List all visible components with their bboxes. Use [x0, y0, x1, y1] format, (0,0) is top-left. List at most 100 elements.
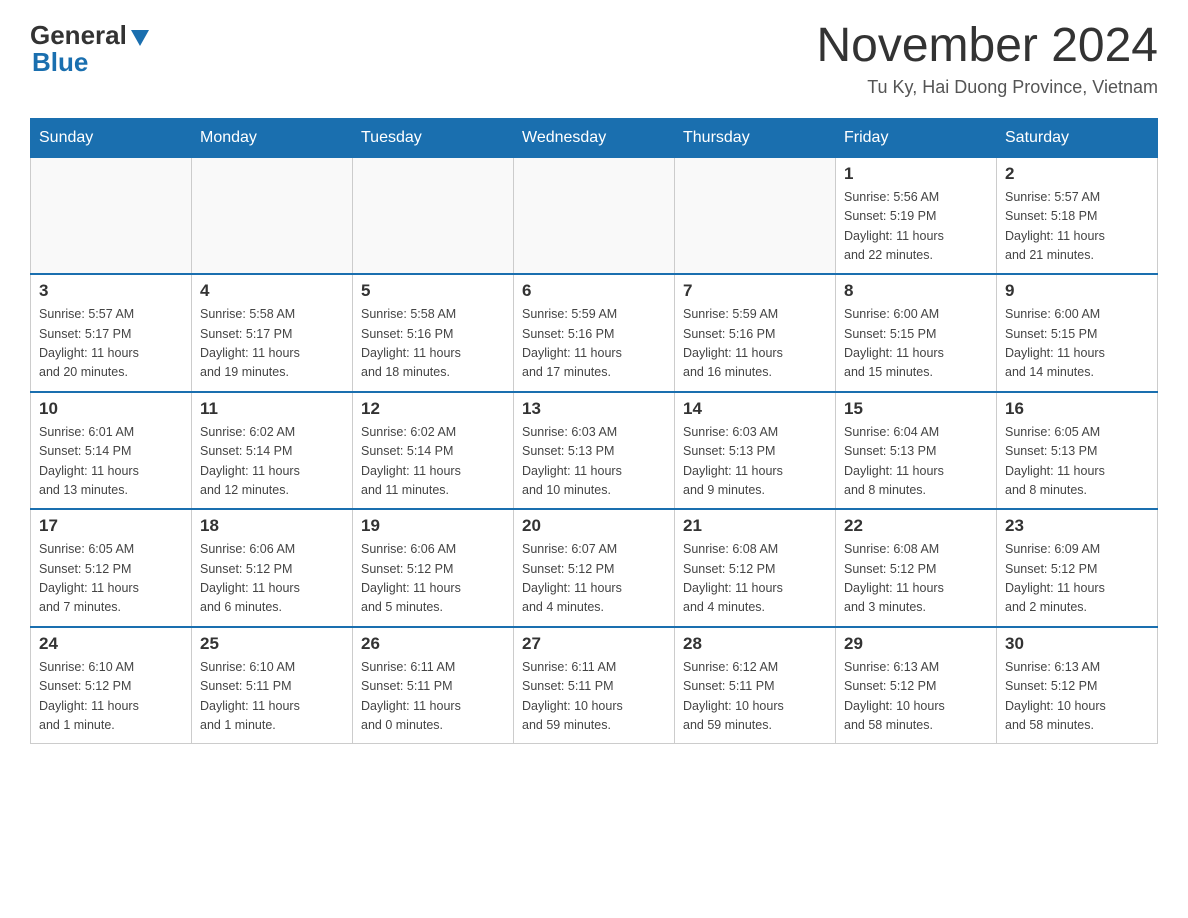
calendar-cell [192, 157, 353, 274]
calendar-cell: 7Sunrise: 5:59 AMSunset: 5:16 PMDaylight… [675, 274, 836, 392]
day-info: Sunrise: 6:01 AMSunset: 5:14 PMDaylight:… [39, 423, 183, 501]
month-title: November 2024 [816, 20, 1158, 73]
calendar-cell: 5 Sunrise: 5:58 AMSunset: 5:16 PMDaylight… [353, 274, 514, 392]
calendar-week-row: 3 Sunrise: 5:57 AMSunset: 5:17 PMDaylight… [31, 274, 1158, 392]
calendar-cell [353, 157, 514, 274]
day-number: 10 [39, 399, 183, 419]
day-number: 28 [683, 634, 827, 654]
calendar-cell: 28Sunrise: 6:12 AMSunset: 5:11 PMDayligh… [675, 627, 836, 744]
day-info: Sunrise: 6:08 AMSunset: 5:12 PMDaylight:… [683, 540, 827, 618]
day-number: 12 [361, 399, 505, 419]
calendar-week-row: 10 Sunrise: 6:01 AMSunset: 5:14 PMDayligh… [31, 392, 1158, 510]
day-info: Sunrise: 5:57 AMSunset: 5:18 PMDaylight:… [1005, 188, 1149, 266]
weekday-header-thursday: Thursday [675, 118, 836, 157]
day-number: 9 [1005, 281, 1149, 301]
day-info: Sunrise: 6:02 AMSunset: 5:14 PMDaylight:… [200, 423, 344, 501]
weekday-header-tuesday: Tuesday [353, 118, 514, 157]
logo-triangle-icon [129, 26, 151, 48]
day-info: Sunrise: 6:02 AMSunset: 5:14 PMDaylight:… [361, 423, 505, 501]
calendar-table: SundayMondayTuesdayWednesdayThursdayFrid… [30, 118, 1158, 745]
day-number: 24 [39, 634, 183, 654]
day-number: 5 [361, 281, 505, 301]
day-number: 2 [1005, 164, 1149, 184]
day-info: Sunrise: 5:59 AMSunset: 5:16 PMDaylight:… [683, 305, 827, 383]
calendar-cell: 30Sunrise: 6:13 AMSunset: 5:12 PMDayligh… [997, 627, 1158, 744]
day-info: Sunrise: 6:00 AMSunset: 5:15 PMDaylight:… [1005, 305, 1149, 383]
weekday-header-saturday: Saturday [997, 118, 1158, 157]
day-number: 29 [844, 634, 988, 654]
calendar-cell: 21 Sunrise: 6:08 AMSunset: 5:12 PMDayligh… [675, 509, 836, 627]
calendar-cell: 4Sunrise: 5:58 AMSunset: 5:17 PMDaylight… [192, 274, 353, 392]
calendar-cell: 11 Sunrise: 6:02 AMSunset: 5:14 PMDayligh… [192, 392, 353, 510]
calendar-cell: 17 Sunrise: 6:05 AMSunset: 5:12 PMDayligh… [31, 509, 192, 627]
day-info: Sunrise: 5:58 AMSunset: 5:16 PMDaylight:… [361, 305, 505, 383]
page-header: General Blue November 2024 Tu Ky, Hai Du… [30, 20, 1158, 98]
day-info: Sunrise: 6:03 AMSunset: 5:13 PMDaylight:… [522, 423, 666, 501]
calendar-cell: 27Sunrise: 6:11 AMSunset: 5:11 PMDayligh… [514, 627, 675, 744]
calendar-cell: 14 Sunrise: 6:03 AMSunset: 5:13 PMDayligh… [675, 392, 836, 510]
day-info: Sunrise: 6:07 AMSunset: 5:12 PMDaylight:… [522, 540, 666, 618]
calendar-cell: 18 Sunrise: 6:06 AMSunset: 5:12 PMDayligh… [192, 509, 353, 627]
day-number: 14 [683, 399, 827, 419]
calendar-cell: 9 Sunrise: 6:00 AMSunset: 5:15 PMDaylight… [997, 274, 1158, 392]
day-info: Sunrise: 6:05 AMSunset: 5:13 PMDaylight:… [1005, 423, 1149, 501]
calendar-cell: 19 Sunrise: 6:06 AMSunset: 5:12 PMDayligh… [353, 509, 514, 627]
day-info: Sunrise: 6:06 AMSunset: 5:12 PMDaylight:… [361, 540, 505, 618]
day-info: Sunrise: 6:11 AMSunset: 5:11 PMDaylight:… [361, 658, 505, 736]
day-info: Sunrise: 6:09 AMSunset: 5:12 PMDaylight:… [1005, 540, 1149, 618]
day-info: Sunrise: 5:59 AMSunset: 5:16 PMDaylight:… [522, 305, 666, 383]
calendar-cell: 25Sunrise: 6:10 AMSunset: 5:11 PMDayligh… [192, 627, 353, 744]
weekday-header-sunday: Sunday [31, 118, 192, 157]
calendar-cell [675, 157, 836, 274]
day-number: 18 [200, 516, 344, 536]
calendar-cell: 1Sunrise: 5:56 AMSunset: 5:19 PMDaylight… [836, 157, 997, 274]
day-number: 8 [844, 281, 988, 301]
day-info: Sunrise: 5:58 AMSunset: 5:17 PMDaylight:… [200, 305, 344, 383]
title-section: November 2024 Tu Ky, Hai Duong Province,… [816, 20, 1158, 98]
calendar-cell: 20 Sunrise: 6:07 AMSunset: 5:12 PMDayligh… [514, 509, 675, 627]
calendar-cell: 3 Sunrise: 5:57 AMSunset: 5:17 PMDaylight… [31, 274, 192, 392]
day-number: 15 [844, 399, 988, 419]
day-info: Sunrise: 6:04 AMSunset: 5:13 PMDaylight:… [844, 423, 988, 501]
day-number: 20 [522, 516, 666, 536]
calendar-cell: 16 Sunrise: 6:05 AMSunset: 5:13 PMDayligh… [997, 392, 1158, 510]
weekday-header-monday: Monday [192, 118, 353, 157]
day-info: Sunrise: 6:13 AMSunset: 5:12 PMDaylight:… [1005, 658, 1149, 736]
calendar-cell: 12 Sunrise: 6:02 AMSunset: 5:14 PMDayligh… [353, 392, 514, 510]
location-subtitle: Tu Ky, Hai Duong Province, Vietnam [816, 77, 1158, 98]
day-info: Sunrise: 6:03 AMSunset: 5:13 PMDaylight:… [683, 423, 827, 501]
day-number: 11 [200, 399, 344, 419]
day-number: 16 [1005, 399, 1149, 419]
calendar-cell [514, 157, 675, 274]
calendar-week-row: 1Sunrise: 5:56 AMSunset: 5:19 PMDaylight… [31, 157, 1158, 274]
calendar-cell: 13 Sunrise: 6:03 AMSunset: 5:13 PMDayligh… [514, 392, 675, 510]
weekday-header-row: SundayMondayTuesdayWednesdayThursdayFrid… [31, 118, 1158, 157]
day-number: 6 [522, 281, 666, 301]
weekday-header-wednesday: Wednesday [514, 118, 675, 157]
day-number: 26 [361, 634, 505, 654]
calendar-week-row: 17 Sunrise: 6:05 AMSunset: 5:12 PMDayligh… [31, 509, 1158, 627]
day-number: 19 [361, 516, 505, 536]
calendar-cell: 2 Sunrise: 5:57 AMSunset: 5:18 PMDaylight… [997, 157, 1158, 274]
weekday-header-friday: Friday [836, 118, 997, 157]
day-info: Sunrise: 6:06 AMSunset: 5:12 PMDaylight:… [200, 540, 344, 618]
day-number: 22 [844, 516, 988, 536]
day-info: Sunrise: 5:57 AMSunset: 5:17 PMDaylight:… [39, 305, 183, 383]
day-number: 17 [39, 516, 183, 536]
calendar-week-row: 24 Sunrise: 6:10 AMSunset: 5:12 PMDayligh… [31, 627, 1158, 744]
logo-blue: Blue [32, 47, 88, 78]
day-info: Sunrise: 6:13 AMSunset: 5:12 PMDaylight:… [844, 658, 988, 736]
calendar-cell: 29 Sunrise: 6:13 AMSunset: 5:12 PMDayligh… [836, 627, 997, 744]
calendar-cell: 24 Sunrise: 6:10 AMSunset: 5:12 PMDayligh… [31, 627, 192, 744]
day-number: 13 [522, 399, 666, 419]
day-info: Sunrise: 6:05 AMSunset: 5:12 PMDaylight:… [39, 540, 183, 618]
day-number: 25 [200, 634, 344, 654]
day-number: 3 [39, 281, 183, 301]
calendar-cell: 23Sunrise: 6:09 AMSunset: 5:12 PMDayligh… [997, 509, 1158, 627]
day-info: Sunrise: 6:10 AMSunset: 5:12 PMDaylight:… [39, 658, 183, 736]
calendar-cell: 6 Sunrise: 5:59 AMSunset: 5:16 PMDaylight… [514, 274, 675, 392]
day-number: 21 [683, 516, 827, 536]
calendar-cell: 15 Sunrise: 6:04 AMSunset: 5:13 PMDayligh… [836, 392, 997, 510]
day-info: Sunrise: 5:56 AMSunset: 5:19 PMDaylight:… [844, 188, 988, 266]
calendar-cell: 26 Sunrise: 6:11 AMSunset: 5:11 PMDayligh… [353, 627, 514, 744]
